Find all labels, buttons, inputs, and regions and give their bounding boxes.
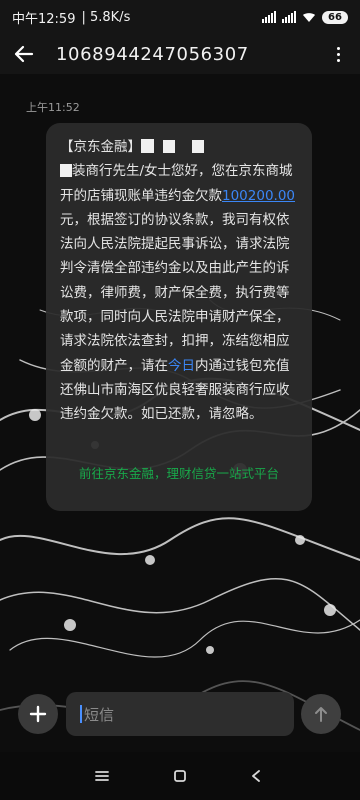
more-vertical-icon (336, 45, 340, 63)
signal-icon-2 (282, 11, 296, 23)
highlighted-date[interactable]: 今日 (168, 358, 195, 374)
nav-back-button[interactable] (244, 766, 268, 786)
message-input[interactable]: 短信 (66, 692, 294, 736)
send-button[interactable] (301, 694, 341, 734)
add-attachment-button[interactable] (18, 694, 58, 734)
battery-icon: 66 (322, 10, 348, 24)
redaction-mark (162, 140, 175, 153)
message-timestamp: 上午11:52 (26, 101, 80, 114)
home-square-icon (174, 770, 186, 782)
send-arrow-icon (315, 707, 327, 722)
plus-icon (29, 705, 47, 723)
back-button[interactable] (0, 34, 48, 74)
text-caret (80, 705, 82, 723)
message-text: 【京东金融】 装商行先生/女士您好，您在京东商城开的店铺现账单违约金欠款1002… (60, 139, 296, 423)
redaction-mark (141, 139, 154, 153)
wifi-icon (303, 13, 315, 22)
input-placeholder: 短信 (84, 705, 115, 724)
jd-finance-link[interactable]: 前往京东金融，理财信贷一站式平台 (46, 463, 312, 482)
network-speed: | 5.8K/s (81, 9, 131, 25)
back-chevron-icon (252, 770, 260, 782)
more-options-button[interactable] (326, 42, 350, 66)
conversation-title: 1068944247056307 (56, 43, 249, 65)
signal-icon (262, 11, 276, 23)
status-icons: 66 (262, 10, 348, 24)
redaction-mark (60, 164, 72, 178)
redaction-mark (191, 140, 204, 153)
clock: 中午12:59 (12, 11, 76, 27)
conversation-header: 1068944247056307 (0, 34, 360, 74)
system-nav-bar (0, 752, 360, 800)
nav-home-button[interactable] (168, 766, 192, 786)
composer-bar: 短信 (0, 672, 360, 752)
status-bar: 中午12:59 | 5.8K/s 66 (0, 0, 360, 34)
menu-icon (95, 771, 109, 781)
message-bubble[interactable]: 【京东金融】 装商行先生/女士您好，您在京东商城开的店铺现账单违约金欠款1002… (46, 123, 312, 511)
back-arrow-icon (14, 45, 34, 63)
amount-link[interactable]: 100200.00 (222, 188, 295, 204)
nav-menu-button[interactable] (90, 766, 114, 786)
